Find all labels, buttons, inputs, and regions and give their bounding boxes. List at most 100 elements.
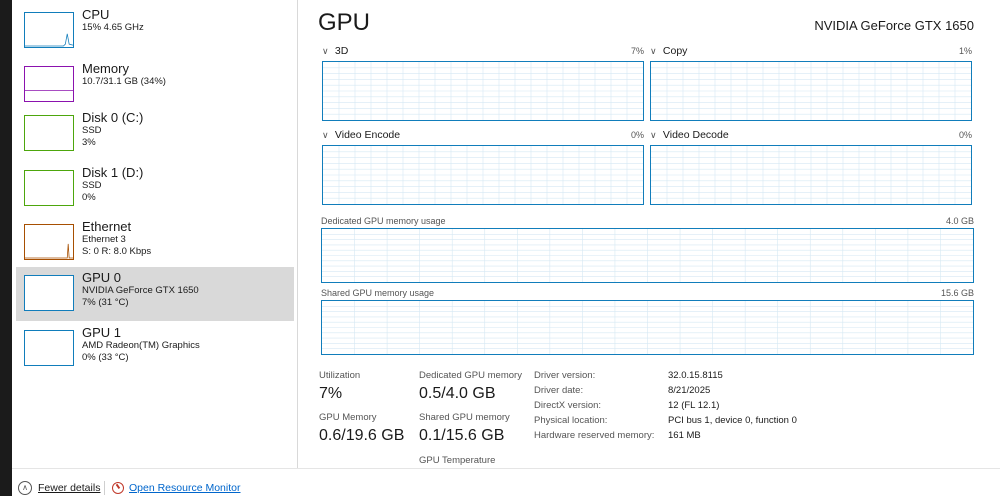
engine-3d-percent: 7% <box>630 46 644 56</box>
gpu-memory-value: 0.6/19.6 GB <box>319 427 405 444</box>
engine-3d-graph <box>322 61 644 121</box>
open-resource-monitor-label: Open Resource Monitor <box>129 482 241 495</box>
dedicated-memory-stat: Dedicated GPU memory 0.5/4.0 GB <box>419 370 522 404</box>
engine-video-encode-grid <box>323 146 643 204</box>
footer-divider <box>104 481 105 495</box>
page-title: GPU <box>318 9 371 36</box>
gpu-temperature-label: GPU Temperature <box>419 455 496 466</box>
engine-video-decode-grid <box>651 146 971 204</box>
resource-monitor-icon <box>112 482 124 495</box>
gpu-temperature-stat: GPU Temperature <box>419 455 495 467</box>
sidebar-item-ethernet[interactable]: Ethernet Ethernet 3 S: 0 R: 8.0 Kbps <box>16 216 294 270</box>
engine-video-encode-percent: 0% <box>630 130 644 140</box>
sidebar-item-title: Disk 0 (C:) <box>82 110 144 125</box>
sidebar-item-title: Memory <box>82 61 129 76</box>
gpu-detail-panel: GPU NVIDIA GeForce GTX 1650 ∨ 3D 7% ∨ Co… <box>300 0 1000 468</box>
window-left-edge <box>0 0 12 496</box>
shared-memory-header: Shared GPU memory usage 15.6 GB <box>321 287 974 299</box>
engine-copy-label: Copy <box>662 45 688 57</box>
footer-bar: ∧ Fewer details Open Resource Monitor <box>12 468 1000 496</box>
fewer-details-button[interactable]: ∧ Fewer details <box>18 480 100 496</box>
gpu-memory-label: GPU Memory <box>319 412 377 423</box>
engine-video-encode-graph <box>322 145 644 205</box>
sidebar-item-detail: AMD Radeon(TM) Graphics <box>82 340 200 351</box>
shared-memory-label: Shared GPU memory usage <box>321 288 435 298</box>
sidebar-item-title: Disk 1 (D:) <box>82 165 144 180</box>
sidebar-item-disk-0[interactable]: Disk 0 (C:) SSD 3% <box>16 107 294 161</box>
shared-memory-graph <box>321 300 974 355</box>
engine-video-decode-percent: 0% <box>958 130 972 140</box>
sidebar-item-detail: NVIDIA GeForce GTX 1650 <box>82 285 199 296</box>
gpu-model-name: NVIDIA GeForce GTX 1650 <box>814 18 974 33</box>
chevron-down-icon[interactable]: ∨ <box>650 128 660 142</box>
ethernet-thumbnail-graph <box>24 224 74 260</box>
dedicated-memory-graph <box>321 228 974 283</box>
driver-date-label: Driver date: <box>534 385 584 396</box>
engine-copy-header[interactable]: ∨ Copy 1% <box>650 44 972 58</box>
utilization-value: 7% <box>319 385 343 402</box>
disk-0-thumbnail-graph <box>24 115 74 151</box>
chevron-down-icon[interactable]: ∨ <box>322 44 332 58</box>
sidebar-item-cpu[interactable]: CPU 15% 4.65 GHz <box>16 4 294 58</box>
engine-video-encode-header[interactable]: ∨ Video Encode 0% <box>322 128 644 142</box>
sidebar-item-detail: SSD <box>82 180 102 191</box>
sidebar-item-detail: 7% (31 °C) <box>82 297 129 308</box>
sidebar-item-detail: 3% <box>82 137 96 148</box>
driver-version-label: Driver version: <box>534 370 596 381</box>
engine-video-decode-header[interactable]: ∨ Video Decode 0% <box>650 128 972 142</box>
gpu-memory-stat: GPU Memory 0.6/19.6 GB <box>319 412 404 446</box>
sidebar-item-detail: S: 0 R: 8.0 Kbps <box>82 246 152 257</box>
shared-memory-grid <box>322 301 973 354</box>
sidebar-item-detail: 15% 4.65 GHz <box>82 22 144 33</box>
sidebar-item-title: Ethernet <box>82 219 132 234</box>
engine-video-decode-label: Video Decode <box>662 129 729 141</box>
directx-version-label: DirectX version: <box>534 400 602 411</box>
engine-copy-graph <box>650 61 972 121</box>
shared-memory-stat-value: 0.1/15.6 GB <box>419 427 505 444</box>
dedicated-memory-header: Dedicated GPU memory usage 4.0 GB <box>321 215 974 227</box>
engine-video-encode-label: Video Encode <box>334 129 401 141</box>
hardware-reserved-memory-label: Hardware reserved memory: <box>534 430 655 441</box>
sidebar-item-detail: 0% <box>82 192 96 203</box>
sidebar-item-title: CPU <box>82 7 110 22</box>
chevron-up-circle-icon: ∧ <box>18 481 32 496</box>
engine-3d-header[interactable]: ∨ 3D 7% <box>322 44 644 58</box>
sidebar-item-detail: 0% (33 °C) <box>82 352 129 363</box>
sidebar-item-gpu-1[interactable]: GPU 1 AMD Radeon(TM) Graphics 0% (33 °C) <box>16 322 294 376</box>
chevron-down-icon[interactable]: ∨ <box>322 128 332 142</box>
directx-version-value: 12 (FL 12.1) <box>668 400 720 411</box>
gpu-0-thumbnail-graph <box>24 275 74 311</box>
sidebar-item-gpu-0[interactable]: GPU 0 NVIDIA GeForce GTX 1650 7% (31 °C) <box>16 267 294 321</box>
sidebar-item-disk-1[interactable]: Disk 1 (D:) SSD 0% <box>16 162 294 216</box>
dedicated-memory-max: 4.0 GB <box>945 216 974 226</box>
shared-memory-stat-label: Shared GPU memory <box>419 412 510 423</box>
sidebar-item-title: GPU 0 <box>82 270 122 285</box>
sidebar-item-memory[interactable]: Memory 10.7/31.1 GB (34%) <box>16 58 294 112</box>
sidebar-item-detail: 10.7/31.1 GB (34%) <box>82 76 166 87</box>
sidebar-item-detail: SSD <box>82 125 102 136</box>
gpu-1-thumbnail-graph <box>24 330 74 366</box>
chevron-down-icon[interactable]: ∨ <box>650 44 660 58</box>
engine-3d-grid <box>323 62 643 120</box>
dedicated-memory-stat-value: 0.5/4.0 GB <box>419 385 496 402</box>
engine-3d-label: 3D <box>334 45 349 57</box>
driver-date-value: 8/21/2025 <box>668 385 711 396</box>
utilization-label: Utilization <box>319 370 361 381</box>
sidebar-item-detail: Ethernet 3 <box>82 234 126 245</box>
hardware-reserved-memory-value: 161 MB <box>668 430 701 441</box>
shared-memory-stat: Shared GPU memory 0.1/15.6 GB <box>419 412 510 446</box>
cpu-thumbnail-graph <box>24 12 74 48</box>
fewer-details-label: Fewer details <box>38 482 101 495</box>
dedicated-memory-grid <box>322 229 973 282</box>
engine-video-decode-graph <box>650 145 972 205</box>
disk-1-thumbnail-graph <box>24 170 74 206</box>
driver-version-value: 32.0.15.8115 <box>668 370 723 381</box>
dedicated-memory-stat-label: Dedicated GPU memory <box>419 370 522 381</box>
engine-copy-percent: 1% <box>958 46 972 56</box>
open-resource-monitor-link[interactable]: Open Resource Monitor <box>112 480 240 496</box>
shared-memory-max: 15.6 GB <box>940 288 974 298</box>
performance-sidebar: CPU 15% 4.65 GHz Memory 10.7/31.1 GB (34… <box>12 0 298 468</box>
physical-location-label: Physical location: <box>534 415 608 426</box>
engine-copy-grid <box>651 62 971 120</box>
dedicated-memory-label: Dedicated GPU memory usage <box>321 216 446 226</box>
